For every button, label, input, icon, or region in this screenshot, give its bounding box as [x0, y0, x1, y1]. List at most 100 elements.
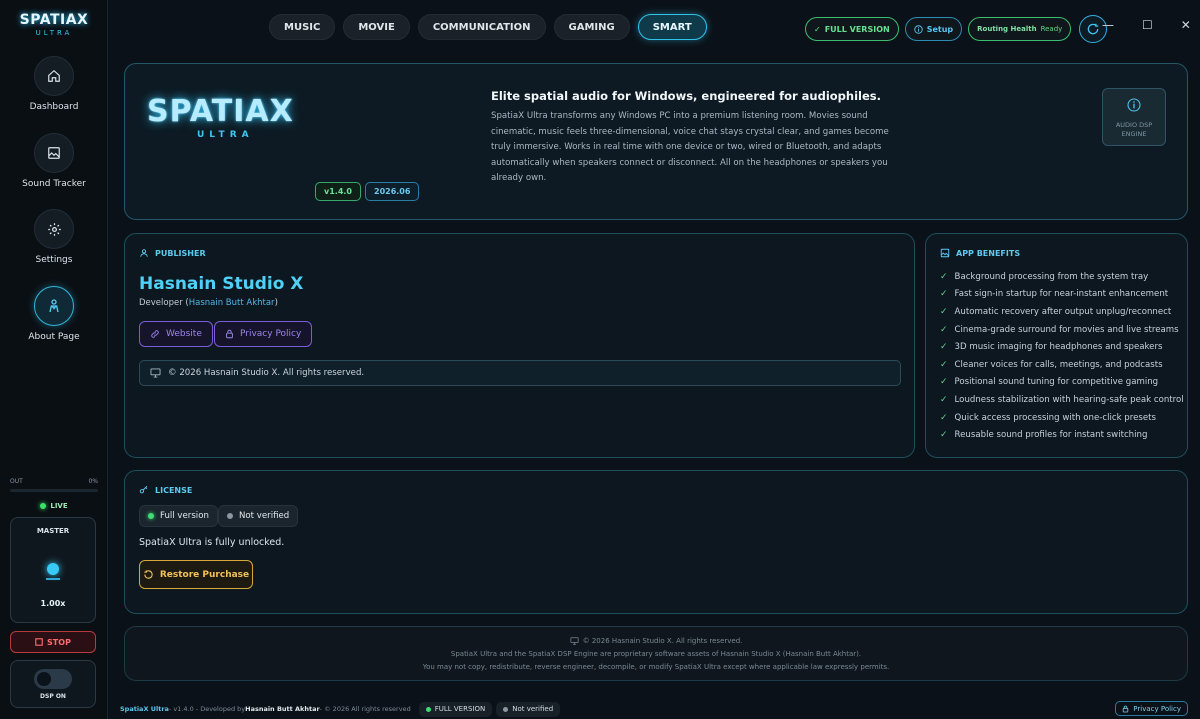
- developer-link[interactable]: Hasnain Butt Akhtar: [189, 298, 275, 308]
- check-icon: ✓: [814, 24, 821, 34]
- list-item: ✓ Quick access processing with one-click …: [940, 409, 1184, 427]
- statusbar-verified-label: Not verified: [512, 705, 554, 713]
- dsp-toggle[interactable]: [34, 669, 72, 689]
- user-icon: [140, 249, 148, 257]
- statusbar-privacy-button[interactable]: Privacy Policy: [1115, 701, 1188, 716]
- developer-suffix: ): [274, 298, 278, 308]
- master-value: 1.00x: [40, 599, 66, 608]
- publisher-section-title: PUBLISHER: [139, 248, 206, 258]
- website-label: Website: [166, 329, 202, 339]
- hero-headline: Elite spatial audio for Windows, enginee…: [491, 89, 881, 103]
- benefit-text: 3D music imaging for headphones and spea…: [954, 342, 1163, 353]
- sidebar-item-label: Settings: [35, 255, 73, 265]
- copyright-text: © 2026 Hasnain Studio X. All rights rese…: [168, 368, 365, 378]
- check-icon: ✓: [940, 324, 948, 335]
- close-icon[interactable]: ✕: [1181, 18, 1191, 32]
- brand-title: SPATIAX: [19, 12, 89, 28]
- hero-logo: SPATIAX ULTRA: [147, 94, 294, 140]
- statusbar-developer: Hasnain Butt Akhtar: [245, 705, 320, 713]
- output-meter: OUT 0%: [10, 478, 98, 492]
- publisher-card: PUBLISHER Hasnain Studio X Developer (Ha…: [124, 233, 915, 458]
- statusbar-version: - v1.4.0 - Developed by: [168, 705, 246, 713]
- sidebar-item-sound-tracker[interactable]: Sound Tracker: [0, 133, 108, 189]
- list-item: ✓ Cleaner voices for calls, meetings, and…: [940, 356, 1184, 374]
- sidebar-item-label: Dashboard: [29, 102, 79, 112]
- live-indicator: LIVE: [0, 502, 108, 510]
- status-dot-icon: [148, 513, 154, 519]
- master-panel: MASTER 1.00x: [10, 517, 96, 623]
- license-message: SpatiaX Ultra is fully unlocked.: [139, 537, 285, 548]
- copyright-row: © 2026 Hasnain Studio X. All rights rese…: [139, 360, 901, 386]
- footer-line-2: SpatiaX Ultra and the SpatiaX DSP Engine…: [450, 650, 862, 658]
- footer-line-3: You may not copy, redistribute, reverse …: [422, 663, 890, 671]
- restore-purchase-button[interactable]: Restore Purchase: [139, 560, 253, 589]
- privacy-policy-button[interactable]: Privacy Policy: [214, 321, 313, 347]
- master-slider-handle[interactable]: [47, 563, 59, 575]
- list-item: ✓ 3D music imaging for headphones and spe…: [940, 338, 1184, 356]
- dsp-toggle-panel: DSP ON: [10, 660, 96, 708]
- info-icon: [914, 24, 923, 34]
- sidebar-item-label: Sound Tracker: [22, 179, 86, 189]
- audio-dsp-engine-button[interactable]: AUDIO DSP ENGINE: [1102, 88, 1166, 146]
- stop-label: STOP: [47, 637, 71, 647]
- list-item: ✓ Positional sound tuning for competitive…: [940, 374, 1184, 392]
- meter-left-label: OUT: [10, 478, 23, 485]
- statusbar-brand: SpatiaX Ultra: [120, 705, 169, 713]
- status-dot-icon: [503, 706, 509, 712]
- sidebar-item-dashboard[interactable]: Dashboard: [0, 56, 108, 112]
- publisher-title: PUBLISHER: [155, 248, 206, 258]
- full-version-badge[interactable]: ✓ FULL VERSION: [805, 17, 899, 41]
- tab-smart[interactable]: SMART: [637, 14, 707, 40]
- footer-copyright: © 2026 Hasnain Studio X. All rights rese…: [582, 637, 743, 645]
- status-dot-icon: [227, 513, 233, 519]
- meter-bar: [10, 489, 98, 492]
- lock-icon: [226, 329, 233, 339]
- hero-description: SpatiaX Ultra transforms any Windows PC …: [491, 111, 889, 183]
- routing-status: Ready: [1040, 25, 1063, 33]
- tab-gaming[interactable]: GAMING: [553, 14, 630, 40]
- monitor-icon: [570, 637, 579, 645]
- sidebar-brand: SPATIAX ULTRA: [0, 12, 108, 37]
- stop-button[interactable]: STOP: [10, 631, 96, 653]
- tab-communication[interactable]: COMMUNICATION: [417, 14, 546, 40]
- license-title: LICENSE: [155, 485, 193, 495]
- sidebar-item-about[interactable]: About Page: [0, 286, 108, 342]
- maximize-icon[interactable]: ☐: [1142, 18, 1153, 32]
- check-icon: ✓: [940, 394, 948, 405]
- list-item: ✓ Cinema-grade surround for movies and li…: [940, 321, 1184, 339]
- statusbar-full-version-label: FULL VERSION: [434, 705, 486, 713]
- logo-title: SPATIAX: [147, 94, 294, 129]
- benefit-text: Background processing from the system tr…: [954, 271, 1149, 282]
- minimize-icon[interactable]: —: [1102, 18, 1114, 32]
- legal-footer: © 2026 Hasnain Studio X. All rights rese…: [124, 626, 1188, 681]
- user-icon: [34, 286, 74, 326]
- tab-movie[interactable]: MOVIE: [343, 14, 410, 40]
- slider-track: [46, 578, 60, 580]
- statusbar-verified: Not verified: [496, 701, 561, 717]
- restore-icon: [144, 570, 153, 579]
- status-dot-icon: [425, 706, 431, 712]
- status-bar: SpatiaX Ultra - v1.4.0 - Developed by Ha…: [108, 699, 1200, 719]
- dsp-engine-line1: AUDIO DSP: [1115, 121, 1153, 129]
- benefit-text: Cinema-grade surround for movies and liv…: [954, 324, 1179, 335]
- benefits-list: ✓ Background processing from the system t…: [940, 268, 1184, 444]
- info-icon: [1127, 98, 1141, 112]
- logo-subtitle: ULTRA: [197, 130, 254, 140]
- dsp-label: DSP ON: [40, 693, 66, 700]
- tab-music[interactable]: MUSIC: [269, 14, 336, 40]
- sidebar-item-settings[interactable]: Settings: [0, 209, 108, 265]
- sidebar: SPATIAX ULTRA Dashboard Sound Tracker Se…: [0, 0, 108, 719]
- license-section-title: LICENSE: [139, 485, 192, 495]
- toggle-knob: [37, 672, 51, 686]
- benefit-text: Positional sound tuning for competitive …: [954, 377, 1159, 388]
- benefits-card: APP BENEFITS ✓ Background processing from…: [925, 233, 1188, 458]
- check-icon: ✓: [940, 359, 948, 370]
- hero-card: SPATIAX ULTRA v1.4.0 2026.06 Elite spati…: [124, 63, 1188, 220]
- check-icon: ✓: [940, 306, 948, 317]
- benefit-text: Quick access processing with one-click p…: [954, 412, 1157, 423]
- mode-tabs: MUSIC MOVIE COMMUNICATION GAMING SMART: [269, 14, 707, 40]
- website-button[interactable]: Website: [139, 321, 213, 347]
- restore-label: Restore Purchase: [159, 569, 250, 580]
- setup-button[interactable]: Setup: [904, 17, 963, 41]
- routing-health-badge[interactable]: Routing Health Ready: [968, 17, 1072, 41]
